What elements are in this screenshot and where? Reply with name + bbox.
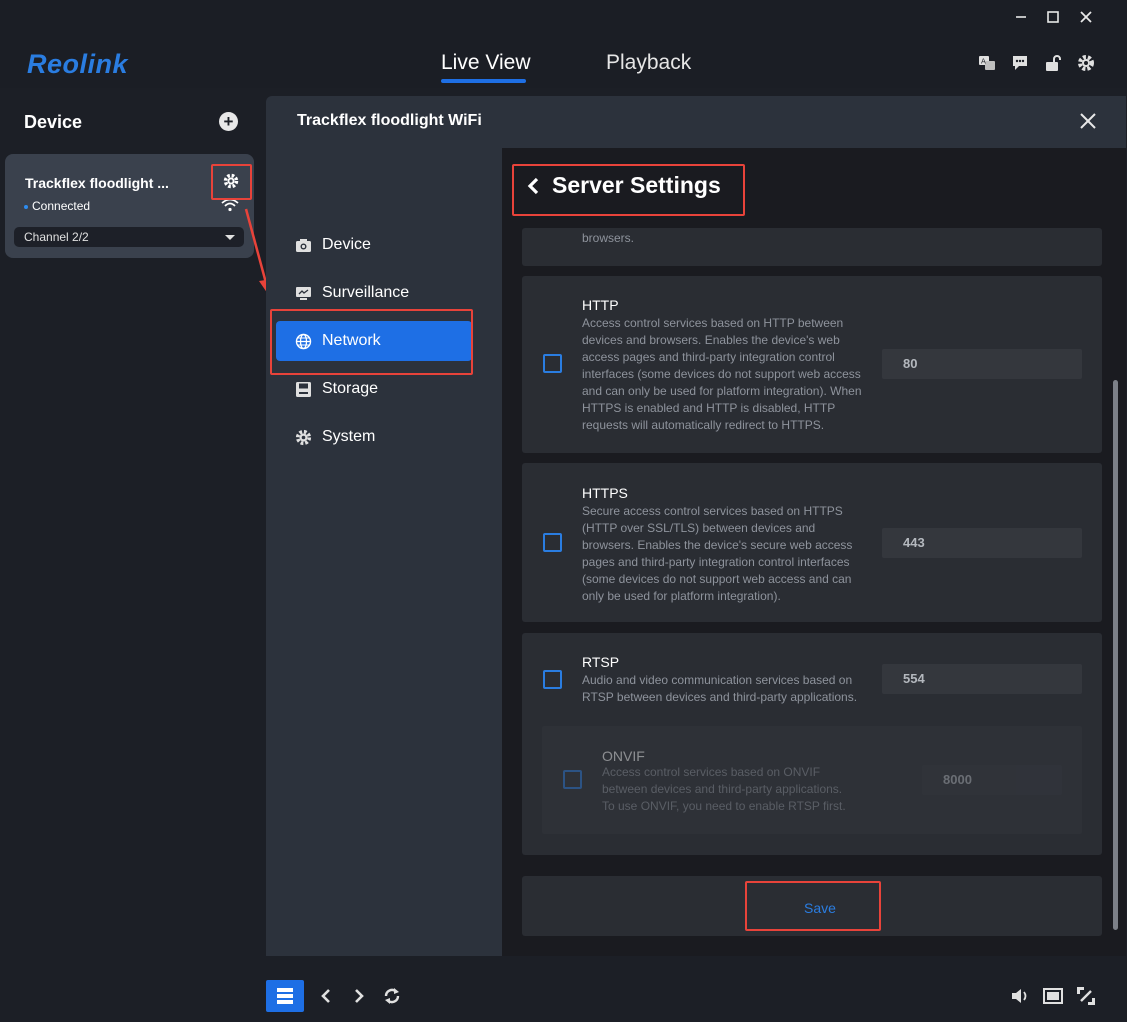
nav-item-device[interactable]: Device <box>276 225 472 265</box>
chevron-left-icon[interactable] <box>316 986 336 1006</box>
rtsp-port-input[interactable]: 554 <box>882 664 1082 694</box>
status-dot <box>24 205 28 209</box>
service-description: Access control services based on ONVIF b… <box>602 765 846 813</box>
fullscreen-icon[interactable] <box>1076 986 1096 1006</box>
device-name: Trackflex floodlight ... <box>25 175 169 191</box>
scrollbar[interactable] <box>1113 380 1118 930</box>
http-checkbox[interactable] <box>543 354 562 373</box>
disk-icon <box>296 382 311 397</box>
annotation-highlight-save <box>745 881 881 931</box>
close-icon <box>1080 11 1092 23</box>
message-icon[interactable] <box>1011 54 1029 72</box>
unlock-icon[interactable] <box>1044 54 1062 72</box>
service-name: RTSP <box>582 654 620 670</box>
service-description: Audio and video communication services b… <box>582 673 858 704</box>
nav-label: Surveillance <box>322 284 410 301</box>
annotation-highlight-gear <box>211 164 252 200</box>
active-tab-indicator <box>441 79 526 83</box>
https-port-input[interactable]: 443 <box>882 528 1082 558</box>
maximize-icon <box>1047 11 1059 23</box>
nav-item-surveillance[interactable]: Surveillance <box>276 273 472 313</box>
layout-button[interactable] <box>266 980 304 1012</box>
chevron-down-icon <box>225 235 235 240</box>
nav-item-storage[interactable]: Storage <box>276 369 472 409</box>
service-description: Secure access control services based on … <box>582 504 853 603</box>
annotation-highlight-title <box>512 164 745 216</box>
volume-icon[interactable] <box>1010 986 1030 1006</box>
bottom-toolbar <box>0 966 1127 1022</box>
chevron-right-icon[interactable] <box>349 986 369 1006</box>
service-card-partial: browsers. <box>522 228 1102 266</box>
refresh-icon[interactable] <box>382 986 402 1006</box>
http-port-input[interactable]: 80 <box>882 349 1082 379</box>
tab-live-view[interactable]: Live View <box>441 51 531 75</box>
https-checkbox[interactable] <box>543 533 562 552</box>
monitor-icon <box>296 287 311 300</box>
service-card-http: HTTP Access control services based on HT… <box>522 276 1102 453</box>
service-description: Access control services based on HTTP be… <box>582 316 862 432</box>
camera-icon <box>296 239 311 252</box>
service-name: HTTP <box>582 297 619 313</box>
gear-icon[interactable] <box>1077 54 1095 72</box>
nav-label: System <box>322 428 376 445</box>
onvif-checkbox <box>563 770 582 789</box>
window-close-button[interactable] <box>1076 7 1096 27</box>
onvif-port-input: 8000 <box>922 765 1062 795</box>
layout-icon <box>277 988 293 1004</box>
sidebar-title: Device <box>24 112 83 132</box>
reolink-logo: Reolink <box>27 49 129 79</box>
service-description: browsers. <box>582 231 635 245</box>
nav-item-system[interactable]: System <box>276 417 472 457</box>
onvif-card: ONVIF Access control services based on O… <box>542 726 1082 834</box>
tab-playback[interactable]: Playback <box>606 51 691 75</box>
gear-icon <box>295 429 312 446</box>
close-icon[interactable] <box>1078 111 1098 131</box>
settings-nav: Device Surveillance Network Storage Syst… <box>266 148 502 956</box>
service-name: HTTPS <box>582 485 628 501</box>
maximize-button[interactable] <box>1043 7 1063 27</box>
settings-content: Server Settings browsers. HTTP Access co… <box>502 148 1126 956</box>
service-card-rtsp: RTSP Audio and video communication servi… <box>522 633 1102 855</box>
device-status: Connected <box>32 199 91 213</box>
service-card-https: HTTPS Secure access control services bas… <box>522 463 1102 622</box>
title-bar: Reolink Live View Playback A <box>0 0 1127 88</box>
service-name: ONVIF <box>602 748 645 764</box>
add-device-button[interactable]: + <box>219 112 238 131</box>
nav-label: Storage <box>322 380 379 397</box>
channel-select[interactable]: Channel 2/2 <box>14 227 244 247</box>
dialog-title: Trackflex floodlight WiFi <box>297 112 482 129</box>
channel-value: Channel 2/2 <box>24 230 89 244</box>
settings-dialog: Trackflex floodlight WiFi Device Surveil… <box>266 96 1126 956</box>
minimize-button[interactable] <box>1011 7 1031 27</box>
annotation-highlight-network <box>270 309 473 375</box>
wifi-icon <box>221 198 239 212</box>
device-sidebar: Device + Trackflex floodlight ... Connec… <box>0 88 266 966</box>
rtsp-checkbox[interactable] <box>543 670 562 689</box>
minimize-icon <box>1016 16 1026 18</box>
screen-icon[interactable] <box>1043 986 1063 1006</box>
translate-icon[interactable]: A <box>978 54 996 72</box>
dialog-header: Trackflex floodlight WiFi <box>266 96 1126 148</box>
nav-label: Device <box>322 236 371 253</box>
svg-text:A: A <box>981 58 986 66</box>
